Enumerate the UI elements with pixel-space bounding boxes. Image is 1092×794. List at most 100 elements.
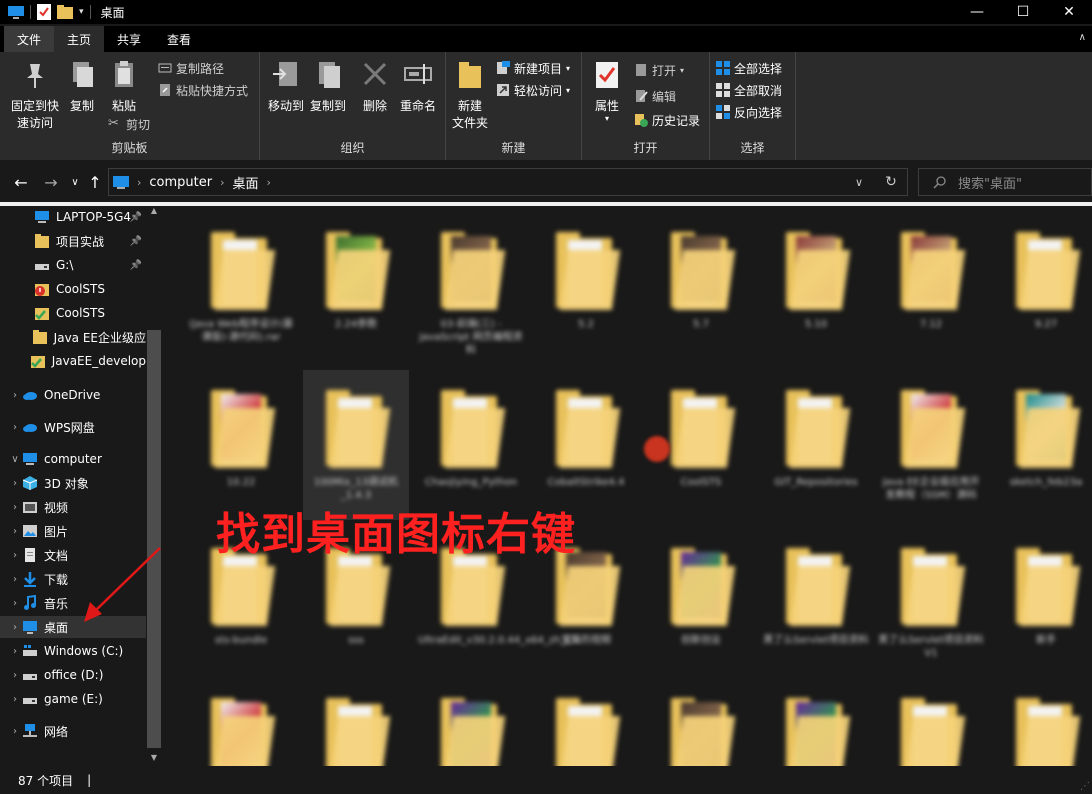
breadcrumb-computer[interactable]: computer bbox=[149, 175, 212, 190]
nav-item-14[interactable]: › 下载 bbox=[0, 568, 146, 590]
nav-item-6[interactable]: JavaEE_develop bbox=[0, 350, 146, 372]
file-item[interactable]: 创新创业 bbox=[648, 528, 754, 678]
expand-chevron-icon[interactable]: › bbox=[8, 574, 22, 585]
nav-item-1[interactable]: 项目实战 📌 bbox=[0, 230, 146, 252]
file-item[interactable]: (Java Web程序设计(慕课版)-源代码).rar bbox=[188, 212, 294, 362]
file-item[interactable]: Java EE企业级应用开发教程（SSM）源码 bbox=[878, 370, 984, 520]
nav-item-5[interactable]: Java EE企业级应 bbox=[0, 326, 146, 348]
nav-item-18[interactable]: › office (D:) bbox=[0, 664, 146, 686]
file-item[interactable] bbox=[418, 678, 524, 766]
nav-item-10[interactable]: › 3D 对象 bbox=[0, 472, 146, 494]
tab-view[interactable]: 查看 bbox=[154, 26, 204, 52]
address-bar[interactable]: › computer › 桌面 › ∨ ↻ bbox=[108, 168, 908, 196]
new-folder-icon[interactable] bbox=[57, 5, 73, 19]
nav-item-11[interactable]: › 视频 bbox=[0, 496, 146, 518]
tab-file[interactable]: 文件 bbox=[4, 26, 55, 52]
search-input[interactable]: 搜索"桌面" bbox=[918, 168, 1092, 196]
nav-item-19[interactable]: › game (E:) bbox=[0, 688, 146, 710]
select-all-button[interactable]: 全部选择 bbox=[716, 58, 782, 78]
expand-chevron-icon[interactable]: › bbox=[8, 550, 22, 561]
nav-item-3[interactable]: CoolSTS bbox=[0, 278, 146, 300]
move-to-button[interactable]: 移动到 bbox=[264, 58, 308, 115]
address-history-chevron-icon[interactable]: ∨ bbox=[843, 169, 875, 195]
select-none-button[interactable]: 全部取消 bbox=[716, 80, 782, 100]
copy-to-button[interactable]: 复制到 bbox=[306, 58, 350, 115]
file-item[interactable]: 黑了么Servlet项目资料 bbox=[763, 528, 869, 678]
new-item-button[interactable]: 新建项目 ▾ bbox=[496, 58, 570, 78]
file-item[interactable] bbox=[763, 678, 869, 766]
refresh-icon[interactable]: ↻ bbox=[875, 169, 907, 195]
file-item[interactable] bbox=[303, 678, 409, 766]
nav-item-8[interactable]: › WPS网盘 bbox=[0, 416, 146, 438]
nav-item-7[interactable]: › OneDrive bbox=[0, 384, 146, 406]
file-item[interactable]: 黑了么Servlet项目资料 V1 bbox=[878, 528, 984, 678]
expand-chevron-icon[interactable]: › bbox=[8, 422, 22, 433]
maximize-button[interactable]: ☐ bbox=[1000, 0, 1046, 24]
easy-access-button[interactable]: 轻松访问 ▾ bbox=[496, 80, 570, 100]
breadcrumb-desktop[interactable]: 桌面 bbox=[233, 173, 259, 192]
navigation-pane-scrollbar[interactable]: ▲ ▼ bbox=[146, 206, 162, 766]
file-item[interactable] bbox=[878, 678, 984, 766]
collapse-ribbon-icon[interactable]: ∧ bbox=[1079, 32, 1086, 43]
paste-button[interactable]: 粘贴 bbox=[106, 58, 142, 115]
tab-home[interactable]: 主页 bbox=[54, 26, 105, 52]
tab-share[interactable]: 共享 bbox=[104, 26, 154, 52]
expand-chevron-icon[interactable]: › bbox=[8, 646, 22, 657]
nav-item-4[interactable]: CoolSTS bbox=[0, 302, 146, 324]
properties-button[interactable]: 属性 ▾ bbox=[590, 58, 624, 123]
file-item[interactable] bbox=[533, 678, 639, 766]
new-folder-button[interactable]: 新建 文件夹 bbox=[450, 58, 490, 132]
scroll-up-icon[interactable]: ▲ bbox=[146, 206, 162, 215]
file-item[interactable]: 5.10 bbox=[763, 212, 869, 362]
nav-item-16[interactable]: › 桌面 bbox=[0, 616, 146, 638]
nav-item-2[interactable]: G:\ 📌 bbox=[0, 254, 146, 276]
expand-chevron-icon[interactable]: › bbox=[8, 478, 22, 489]
expand-chevron-icon[interactable]: › bbox=[8, 390, 22, 401]
file-item[interactable]: 7.12 bbox=[878, 212, 984, 362]
resize-grip-icon[interactable]: ⋰ bbox=[1080, 781, 1090, 792]
paste-shortcut-button[interactable]: 粘贴快捷方式 bbox=[158, 80, 248, 100]
expand-chevron-icon[interactable]: ∨ bbox=[8, 454, 22, 465]
desktop-icon[interactable] bbox=[8, 5, 24, 19]
expand-chevron-icon[interactable]: › bbox=[8, 670, 22, 681]
file-item[interactable] bbox=[188, 678, 294, 766]
forward-button[interactable]: → bbox=[40, 170, 62, 194]
file-item[interactable] bbox=[648, 678, 754, 766]
rename-button[interactable]: 重命名 bbox=[396, 58, 440, 115]
expand-chevron-icon[interactable]: › bbox=[8, 726, 22, 737]
copy-path-button[interactable]: 复制路径 bbox=[158, 58, 224, 78]
history-button[interactable]: 历史记录 bbox=[634, 110, 700, 130]
file-item[interactable]: 03-前端(三) - JavaScript 网页编程资料 bbox=[418, 212, 524, 362]
file-item[interactable]: GIT_Repositories bbox=[763, 370, 869, 520]
edit-button[interactable]: 编辑 bbox=[634, 86, 676, 106]
minimize-button[interactable]: — bbox=[954, 0, 1000, 24]
file-item[interactable] bbox=[993, 678, 1092, 766]
properties-icon[interactable] bbox=[37, 4, 51, 20]
recent-locations-chevron-icon[interactable]: ∨ bbox=[64, 170, 86, 194]
pin-quick-access-button[interactable]: 固定到快 速访问 bbox=[8, 58, 62, 132]
nav-item-17[interactable]: › Windows (C:) bbox=[0, 640, 146, 662]
nav-item-20[interactable]: › 网络 bbox=[0, 720, 146, 742]
cut-button[interactable]: ✂ 剪切 bbox=[108, 114, 150, 134]
close-button[interactable]: ✕ bbox=[1046, 0, 1092, 24]
open-button[interactable]: 打开 ▾ bbox=[634, 60, 684, 80]
copy-button[interactable]: 复制 bbox=[64, 58, 100, 115]
nav-item-0[interactable]: LAPTOP-5G4 📌 bbox=[0, 206, 146, 228]
expand-chevron-icon[interactable]: › bbox=[8, 502, 22, 513]
scroll-down-icon[interactable]: ▼ bbox=[146, 753, 162, 762]
customize-quick-access-chevron-icon[interactable]: ▾ bbox=[79, 7, 84, 17]
file-item[interactable]: 5.7 bbox=[648, 212, 754, 362]
expand-chevron-icon[interactable]: › bbox=[8, 598, 22, 609]
nav-item-9[interactable]: ∨ computer bbox=[0, 448, 146, 470]
expand-chevron-icon[interactable]: › bbox=[8, 526, 22, 537]
file-item[interactable]: 5.2 bbox=[533, 212, 639, 362]
file-item[interactable]: sketch_feb23a bbox=[993, 370, 1092, 520]
up-button[interactable]: ↑ bbox=[84, 170, 106, 194]
file-item[interactable]: 新手 bbox=[993, 528, 1092, 678]
nav-item-13[interactable]: › 文档 bbox=[0, 544, 146, 566]
file-item[interactable]: 9.27 bbox=[993, 212, 1092, 362]
delete-button[interactable]: 删除 bbox=[358, 58, 392, 115]
nav-item-12[interactable]: › 图片 bbox=[0, 520, 146, 542]
back-button[interactable]: ← bbox=[10, 170, 32, 194]
file-item[interactable]: 2.24参数 bbox=[303, 212, 409, 362]
